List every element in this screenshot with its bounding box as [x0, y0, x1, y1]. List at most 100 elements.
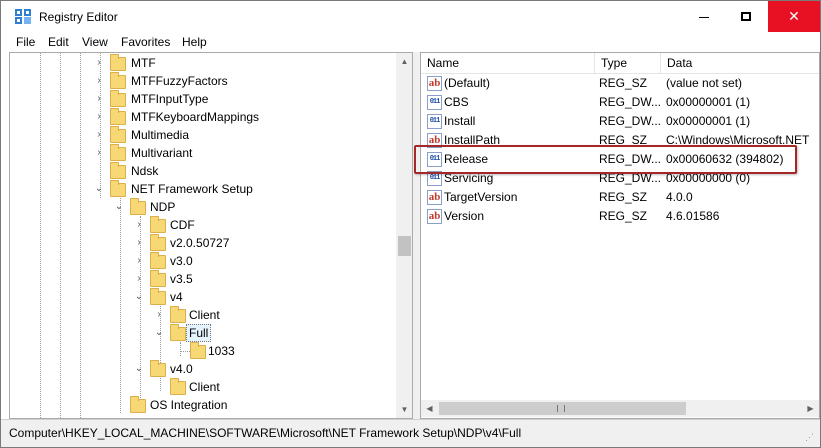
tree-node-label: v2.0.50727 [170, 236, 230, 250]
close-button[interactable]: ✕ [768, 1, 820, 32]
tree-node-label: v3.5 [170, 272, 193, 286]
column-header-name[interactable]: Name [421, 53, 595, 74]
tree-node-label: CDF [170, 218, 195, 232]
tree-node-label: Multimedia [131, 128, 190, 142]
registry-key-tree[interactable]: › MTF › MTFFuzzyFactors › MTFInputType ›… [9, 52, 413, 419]
tree-node-label: Full [186, 324, 212, 342]
folder-icon [110, 54, 126, 71]
tree-node[interactable]: › MTFInputType [10, 90, 396, 108]
title-bar[interactable]: Registry Editor ✕ [1, 1, 820, 32]
chevron-down-icon[interactable]: ⌄ [154, 324, 164, 342]
tree-node-label: MTF [131, 56, 156, 70]
chevron-right-icon[interactable]: › [94, 90, 104, 108]
maximize-button[interactable] [723, 1, 769, 32]
tree-node[interactable]: › v3.0 [10, 252, 396, 270]
scroll-right-icon[interactable]: ▶ [802, 400, 819, 417]
folder-icon [110, 180, 126, 197]
folder-icon [150, 234, 166, 251]
column-header-type[interactable]: Type [595, 53, 661, 74]
scroll-left-icon[interactable]: ◀ [421, 400, 438, 417]
chevron-right-icon[interactable]: › [94, 126, 104, 144]
scroll-up-icon[interactable]: ▲ [396, 53, 412, 70]
chevron-right-icon[interactable]: › [94, 72, 104, 90]
chevron-down-icon[interactable]: ⌄ [134, 288, 144, 306]
tree-node[interactable]: Ndsk [10, 162, 396, 180]
tree-node[interactable]: › MTFFuzzyFactors [10, 72, 396, 90]
tree-node[interactable]: ⌄ v4 [10, 288, 396, 306]
tree-node-label: 1033 [208, 344, 235, 358]
chevron-right-icon[interactable]: › [134, 216, 144, 234]
tree-node[interactable]: ⌄ v4.0 [10, 360, 396, 378]
tree-node[interactable]: 1033 [10, 342, 396, 360]
dword-value-icon: 011 [427, 95, 442, 110]
list-item[interactable]: ab (Default) REG_SZ (value not set) [421, 74, 819, 93]
tree-node[interactable]: Client [10, 378, 396, 396]
chevron-right-icon[interactable]: › [94, 108, 104, 126]
chevron-down-icon[interactable]: ⌄ [114, 198, 124, 216]
tree-node[interactable]: › MTF [10, 54, 396, 72]
list-item[interactable]: 011 Install REG_DW... 0x00000001 (1) [421, 112, 819, 131]
tree-node[interactable]: › v2.0.50727 [10, 234, 396, 252]
value-type: REG_SZ [599, 76, 648, 90]
folder-icon [150, 252, 166, 269]
tree-node[interactable]: ⌄ NET Framework Setup [10, 180, 396, 198]
registry-values-list[interactable]: Name Type Data ab (Default) REG_SZ (valu… [420, 52, 820, 419]
pane-splitter[interactable] [413, 52, 420, 419]
chevron-right-icon[interactable]: › [134, 270, 144, 288]
menu-bar: File Edit View Favorites Help [1, 32, 820, 52]
folder-icon [190, 342, 206, 359]
value-name: TargetVersion [444, 190, 518, 204]
value-data: 4.6.01586 [666, 209, 720, 223]
value-type: REG_DW... [599, 95, 661, 109]
folder-icon [150, 360, 166, 377]
tree-node-label: NDP [150, 200, 176, 214]
tree-node-label: OS Integration [150, 398, 228, 412]
resize-grip-icon[interactable]: ⋰ [805, 432, 817, 444]
tree-node[interactable]: › CDF [10, 216, 396, 234]
tree-node[interactable]: › v3.5 [10, 270, 396, 288]
value-name: (Default) [444, 76, 491, 90]
tree-scrollbar-thumb[interactable] [398, 236, 411, 256]
list-item[interactable]: 011 CBS REG_DW... 0x00000001 (1) [421, 93, 819, 112]
tree-node-selected[interactable]: ⌄ Full [10, 324, 396, 342]
list-item[interactable]: ab Version REG_SZ 4.6.01586 [421, 207, 819, 226]
value-name: Install [444, 114, 476, 128]
folder-icon [150, 270, 166, 287]
minimize-button[interactable] [681, 1, 727, 32]
chevron-right-icon[interactable]: › [134, 234, 144, 252]
tree-node[interactable]: › Multimedia [10, 126, 396, 144]
tree-node[interactable]: › Multivariant [10, 144, 396, 162]
chevron-down-icon[interactable]: ⌄ [134, 360, 144, 378]
tree-node[interactable]: › MTFKeyboardMappings [10, 108, 396, 126]
folder-icon [170, 306, 186, 323]
tree-node[interactable]: › Client [10, 306, 396, 324]
column-header-data[interactable]: Data [661, 53, 819, 74]
chevron-right-icon[interactable]: › [94, 144, 104, 162]
release-highlight-annotation [414, 145, 797, 174]
tree-node[interactable]: OS Integration [10, 396, 396, 414]
tree-node[interactable]: ⌄ NDP [10, 198, 396, 216]
list-item[interactable]: ab TargetVersion REG_SZ 4.0.0 [421, 188, 819, 207]
tree-vertical-scrollbar[interactable]: ▲ ▼ [396, 53, 412, 418]
tree-node-label: Multivariant [131, 146, 193, 160]
registry-editor-icon [15, 9, 31, 24]
folder-icon [110, 108, 126, 125]
list-horizontal-scrollbar[interactable]: ◀ ▶ [421, 400, 819, 417]
chevron-right-icon[interactable]: › [134, 252, 144, 270]
value-type: REG_DW... [599, 114, 661, 128]
folder-icon [110, 144, 126, 161]
folder-icon [110, 90, 126, 107]
list-scrollbar-thumb[interactable] [439, 402, 686, 415]
folder-icon [110, 72, 126, 89]
menu-favorites[interactable]: Favorites [121, 35, 170, 49]
menu-edit[interactable]: Edit [48, 35, 69, 49]
menu-help[interactable]: Help [182, 35, 207, 49]
tree-node-label: MTFInputType [131, 92, 209, 106]
scroll-down-icon[interactable]: ▼ [396, 401, 412, 418]
chevron-right-icon[interactable]: › [94, 54, 104, 72]
tree-node-label: MTFKeyboardMappings [131, 110, 260, 124]
menu-file[interactable]: File [16, 35, 35, 49]
chevron-down-icon[interactable]: ⌄ [94, 180, 104, 198]
chevron-right-icon[interactable]: › [154, 306, 164, 324]
menu-view[interactable]: View [82, 35, 108, 49]
